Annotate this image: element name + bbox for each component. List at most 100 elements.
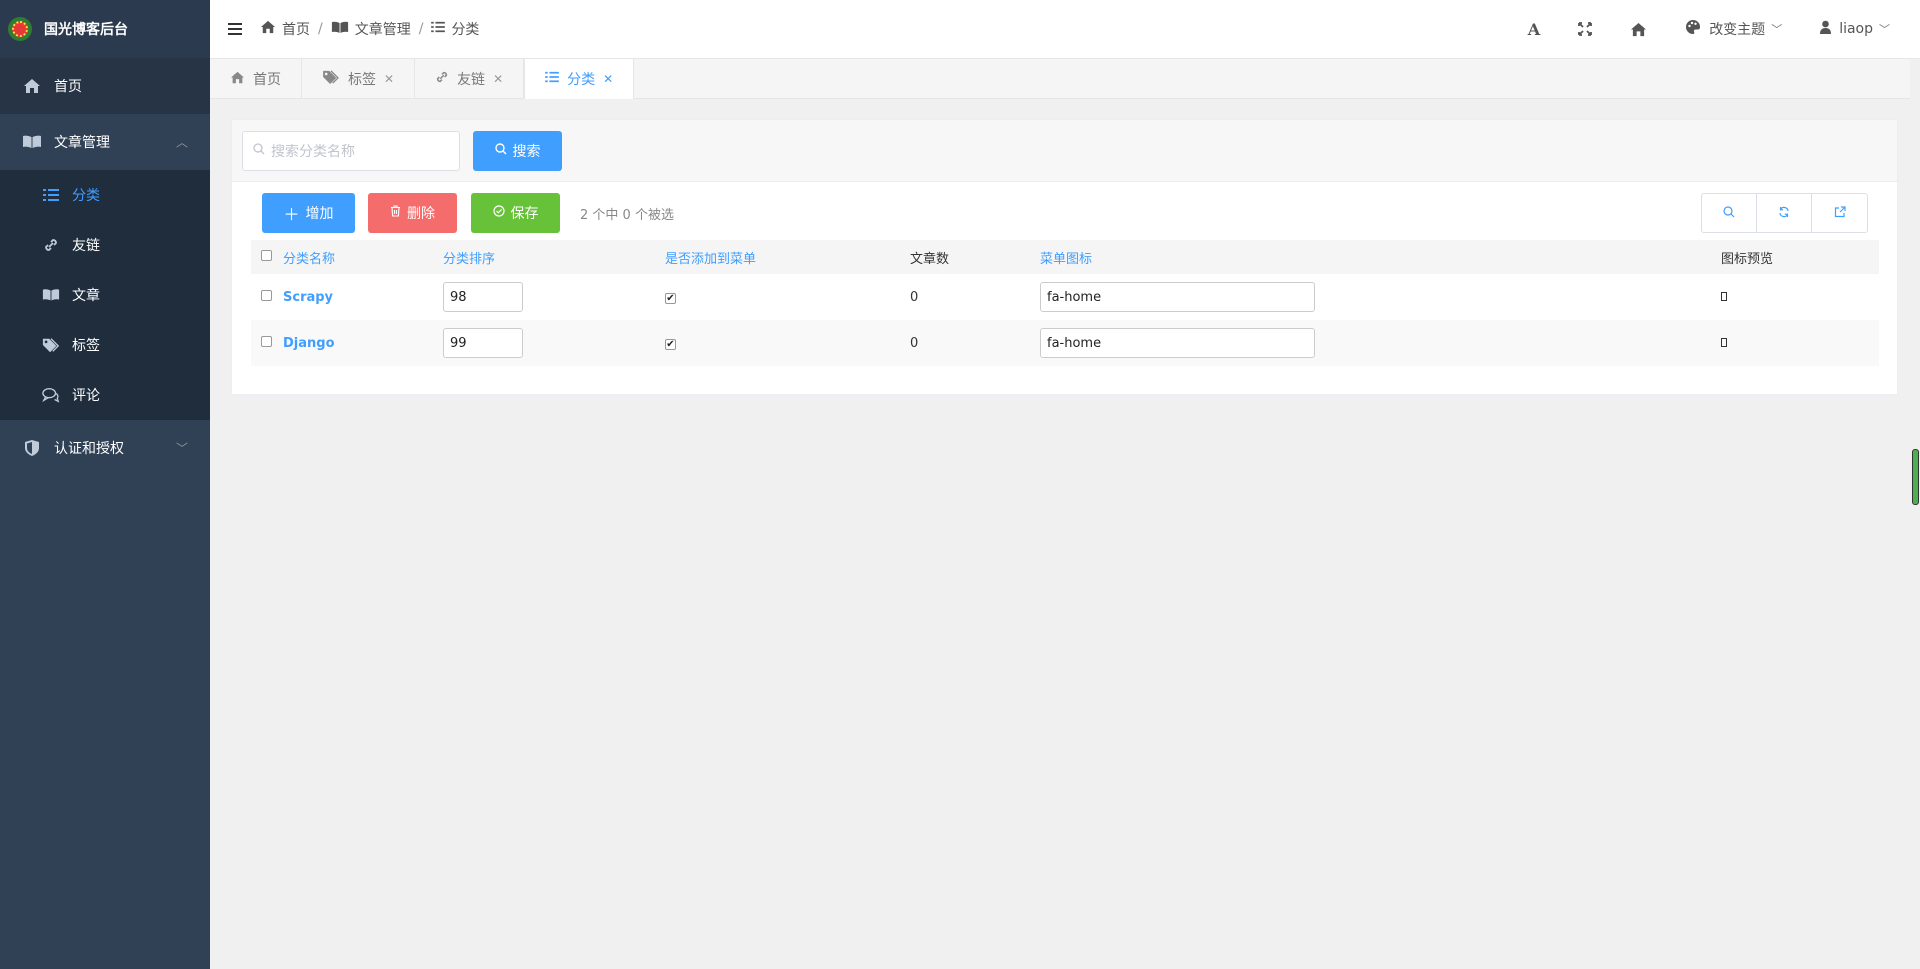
- chevron-up-icon: ︿: [175, 135, 188, 150]
- comments-icon: [42, 386, 60, 404]
- sidebar-item-label: 友链: [72, 238, 100, 254]
- book-icon: [22, 132, 42, 152]
- brand-title: 国光博客后台: [44, 22, 128, 38]
- search-icon: [1723, 205, 1735, 221]
- sidebar-item-auth[interactable]: 认证和授权 ﹀: [0, 420, 210, 476]
- sidebar-item-category[interactable]: 分类: [0, 170, 210, 220]
- list-icon: [42, 186, 60, 204]
- icon-preview-cell: [1721, 274, 1879, 320]
- book-icon: [42, 286, 60, 304]
- close-icon[interactable]: ✕: [603, 72, 613, 86]
- theme-label: 改变主题: [1709, 22, 1766, 38]
- tab-links[interactable]: 友链 ✕: [415, 59, 525, 99]
- icon-preview-cell: [1721, 320, 1879, 366]
- sidebar-item-tags[interactable]: 标签: [0, 320, 210, 370]
- list-icon: [545, 71, 559, 87]
- refresh-icon: [1778, 206, 1790, 221]
- category-name-link[interactable]: Scrapy: [283, 290, 333, 305]
- menu-icon-input[interactable]: fa-home: [1040, 328, 1315, 358]
- sidebar-item-label: 首页: [54, 79, 82, 95]
- user-icon: [1820, 20, 1832, 38]
- sidebar-item-article-management[interactable]: 文章管理 ︿: [0, 114, 210, 170]
- in-menu-cell: ✔: [665, 274, 910, 320]
- export-icon: [1834, 205, 1846, 221]
- home-icon[interactable]: [1630, 22, 1647, 37]
- brand[interactable]: 国光博客后台: [0, 0, 210, 58]
- search-toggle-button[interactable]: [1702, 194, 1757, 232]
- column-header-menu-icon[interactable]: 菜单图标: [1040, 240, 1721, 274]
- table-row: Django 99 ✔ 0 fa-home: [251, 320, 1879, 366]
- column-header-name[interactable]: 分类名称: [283, 240, 443, 274]
- refresh-button[interactable]: [1757, 194, 1812, 232]
- chevron-down-icon: ﹀: [1771, 23, 1783, 36]
- font-size-icon[interactable]: A: [1528, 20, 1540, 39]
- add-button[interactable]: ＋ 增加: [262, 193, 355, 233]
- search-icon: [494, 142, 507, 159]
- book-icon: [331, 21, 349, 38]
- scrollbar-thumb[interactable]: [1912, 449, 1919, 505]
- list-icon: [431, 21, 446, 37]
- select-all-checkbox[interactable]: [261, 249, 272, 261]
- header-actions: A 改变主题 ﹀ liaop ﹀: [1490, 0, 1890, 58]
- menu-icon-cell: fa-home: [1040, 320, 1721, 366]
- row-checkbox[interactable]: [261, 289, 272, 301]
- column-header-icon-preview: 图标预览: [1721, 240, 1879, 274]
- sidebar-item-label: 评论: [72, 388, 100, 404]
- tab-label: 友链: [457, 72, 486, 88]
- sidebar-item-label: 分类: [72, 188, 100, 204]
- row-select-cell: [251, 320, 283, 366]
- row-checkbox[interactable]: [261, 335, 272, 347]
- theme-dropdown[interactable]: 改变主题 ﹀: [1685, 19, 1782, 39]
- delete-button-label: 删除: [407, 206, 435, 222]
- close-icon[interactable]: ✕: [493, 72, 503, 86]
- breadcrumb-article-management[interactable]: 文章管理: [331, 19, 411, 39]
- tab-category[interactable]: 分类 ✕: [524, 59, 635, 99]
- close-icon[interactable]: ✕: [384, 72, 394, 86]
- sort-input[interactable]: 99: [443, 328, 523, 358]
- sort-input[interactable]: 98: [443, 282, 523, 312]
- sidebar-item-comments[interactable]: 评论: [0, 370, 210, 420]
- category-name-link[interactable]: Django: [283, 336, 335, 351]
- save-button-label: 保存: [510, 206, 539, 222]
- sidebar-item-label: 标签: [72, 338, 100, 354]
- save-button[interactable]: 保存: [471, 193, 560, 233]
- column-header-sort[interactable]: 分类排序: [443, 240, 665, 274]
- export-button[interactable]: [1812, 194, 1867, 232]
- delete-button[interactable]: 删除: [368, 193, 457, 233]
- search-icon: [253, 142, 265, 159]
- fullscreen-icon[interactable]: [1578, 22, 1593, 36]
- menu-icon-input[interactable]: fa-home: [1040, 282, 1315, 312]
- palette-icon: [1685, 19, 1701, 39]
- tab-label: 首页: [253, 72, 281, 88]
- user-dropdown[interactable]: liaop ﹀: [1820, 20, 1890, 38]
- in-menu-checkbox[interactable]: ✔: [665, 293, 676, 304]
- tab-home[interactable]: 首页: [210, 59, 302, 99]
- sort-cell: 99: [443, 320, 665, 366]
- submenu-article-management: 分类 友链 文章 标签 评论: [0, 170, 210, 420]
- search-button[interactable]: 搜索: [473, 130, 562, 171]
- sidebar-item-label: 认证和授权: [54, 441, 124, 457]
- search-input[interactable]: 搜索分类名称: [242, 130, 460, 171]
- tab-tags[interactable]: 标签 ✕: [302, 59, 416, 99]
- tags-icon: [322, 70, 340, 88]
- in-menu-checkbox[interactable]: ✔: [665, 339, 676, 350]
- icon-preview: [1721, 291, 1727, 301]
- chevron-down-icon: ﹀: [1879, 23, 1890, 36]
- name-cell: Scrapy: [283, 274, 443, 320]
- breadcrumb-home[interactable]: 首页: [260, 19, 310, 39]
- tags-icon: [42, 336, 60, 354]
- user-label: liaop: [1839, 21, 1873, 37]
- logo: [8, 17, 32, 41]
- category-panel: 搜索分类名称 搜索 ＋ 增加 删除 保存 2 个中 0 个被选 分类名称 分类排…: [231, 119, 1898, 395]
- table-row: Scrapy 98 ✔ 0 fa-home: [251, 274, 1879, 320]
- hamburger-icon[interactable]: [210, 23, 260, 35]
- breadcrumb-separator: /: [318, 21, 323, 37]
- sidebar-item-articles[interactable]: 文章: [0, 270, 210, 320]
- sidebar-item-links[interactable]: 友链: [0, 220, 210, 270]
- scrollbar[interactable]: [1910, 59, 1920, 969]
- table-header-row: 分类名称 分类排序 是否添加到菜单 文章数 菜单图标 图标预览: [251, 240, 1879, 274]
- sidebar-item-home[interactable]: 首页: [0, 58, 210, 114]
- select-all-cell: [251, 240, 283, 274]
- column-header-in-menu[interactable]: 是否添加到菜单: [665, 240, 910, 274]
- name-cell: Django: [283, 320, 443, 366]
